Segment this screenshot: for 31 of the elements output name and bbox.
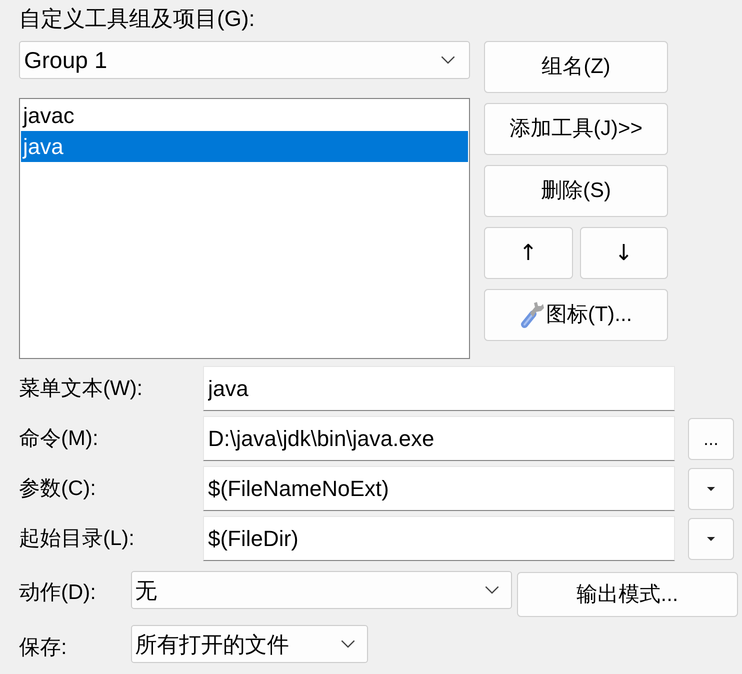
text-field[interactable]: $(FileDir) [203,516,675,561]
field-label: 命令(M): [19,426,100,452]
chevron-down-icon [341,640,355,648]
action-dropdown[interactable]: 无 [131,571,512,609]
field-label: 菜单文本(W): [19,376,144,402]
text-field[interactable]: $(FileNameNoExt) [203,466,675,511]
caret-down-icon [707,486,715,490]
text-field[interactable]: D:\java\jdk\bin\java.exe [203,416,675,461]
icon-button[interactable]: 图标(T)... [484,289,668,341]
insert-menu-button[interactable] [688,468,734,510]
list-item[interactable]: javac [21,100,468,131]
side-button[interactable]: 组名(Z) [484,41,668,93]
field-label: 参数(C): [19,476,97,502]
chevron-down-icon [441,56,455,64]
move-up-button[interactable]: ↑ [484,227,572,279]
browse-button[interactable]: ... [688,418,734,460]
save-label: 保存: [19,635,68,661]
group-label: 自定义工具组及项目(G): [19,5,255,33]
move-down-button[interactable]: ↓ [580,227,668,279]
insert-menu-button[interactable] [688,518,734,560]
side-button[interactable]: 添加工具(J)>> [484,103,668,155]
field-label: 起始目录(L): [19,526,136,552]
save-dropdown[interactable]: 所有打开的文件 [131,625,368,663]
caret-down-icon [707,536,715,540]
action-label: 动作(D): [19,580,97,606]
chevron-down-icon [485,586,499,594]
list-item[interactable]: java [21,131,468,162]
output-mode-button[interactable]: 输出模式... [517,572,738,617]
group-dropdown[interactable]: Group 1 [19,41,470,79]
side-button[interactable]: 删除(S) [484,165,668,217]
wrench-icon [520,301,544,329]
